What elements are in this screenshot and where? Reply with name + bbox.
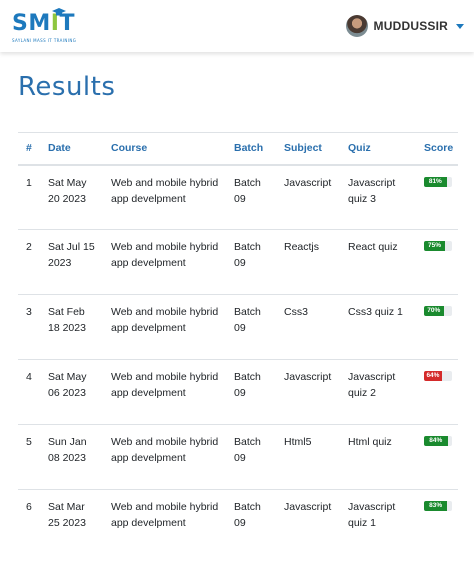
row-score: 70% — [418, 295, 458, 360]
header-quiz: Quiz — [348, 142, 371, 155]
score-progress-bar: 70% — [424, 306, 444, 316]
avatar[interactable] — [345, 15, 368, 37]
row-course: Web and mobile hybrid app develpment — [111, 176, 219, 205]
row-subject: Javascript — [284, 371, 332, 383]
header-subject: Subject — [284, 142, 322, 155]
row-subject: Javascript — [284, 176, 332, 189]
row-score: 64% — [418, 360, 458, 425]
row-course: Web and mobile hybrid app develpment — [111, 436, 219, 464]
row-number: 3 — [26, 306, 32, 318]
table-row: 1 Sat May 20 2023 Web and mobile hybrid ap… — [18, 165, 458, 230]
score-progress-bar: 75% — [424, 241, 445, 251]
row-subject: Reactjs — [284, 241, 320, 253]
table-row: 3 Sat Feb 18 2023 Web and mobile hybrid ap… — [18, 295, 458, 360]
page-title: Results — [18, 72, 116, 102]
navbar: SMIT SAYLANI MASS IT TRAINING MUDDUSSIR — [0, 0, 474, 52]
score-progress-bar: 83% — [424, 501, 448, 511]
header-score: Score — [424, 142, 454, 155]
row-quiz: Javascript quiz 1 — [348, 501, 396, 529]
row-course: Web and mobile hybrid app develpment — [111, 371, 219, 399]
score-progress-bar: 81% — [424, 176, 447, 187]
table-row: 4 Sat May 06 2023 Web and mobile hybrid ap… — [18, 360, 458, 425]
row-score: 84% — [418, 425, 458, 490]
table-row: 5 Sun Jan 08 2023 Web and mobile hybrid ap… — [18, 425, 458, 490]
row-date: Sat Feb 18 2023 — [48, 306, 86, 334]
score-progress: 70% — [424, 306, 452, 316]
results-table: # Date Course Batch Subject Quiz Score 1… — [18, 132, 458, 555]
score-progress-bar: 64% — [424, 371, 442, 381]
row-quiz: Javascript quiz 3 — [348, 176, 396, 205]
row-number: 1 — [26, 176, 32, 189]
row-quiz: React quiz — [348, 241, 398, 253]
header-course: Course — [111, 142, 148, 155]
row-batch: Batch 09 — [234, 241, 261, 269]
row-course: Web and mobile hybrid app develpment — [111, 501, 219, 529]
row-subject: Css3 — [284, 306, 308, 318]
row-quiz: Html quiz — [348, 436, 392, 448]
row-quiz: Javascript quiz 2 — [348, 371, 396, 399]
score-progress: 84% — [424, 436, 452, 446]
row-batch: Batch 09 — [234, 371, 261, 399]
header-batch: Batch — [234, 142, 264, 155]
row-date: Sat May 20 2023 — [48, 176, 87, 205]
smit-logo[interactable]: SMIT SAYLANI MASS IT TRAINING — [12, 6, 76, 46]
graduation-cap-icon — [52, 7, 66, 15]
chevron-down-icon[interactable] — [456, 23, 464, 29]
row-score: 75% — [418, 230, 458, 295]
header-date: Date — [48, 142, 71, 155]
table-row: 2 Sat Jul 15 2023 Web and mobile hybrid ap… — [18, 230, 458, 295]
row-batch: Batch 09 — [234, 176, 261, 205]
row-date: Sat Jul 15 2023 — [48, 241, 95, 269]
row-number: 4 — [26, 371, 32, 383]
score-progress: 64% — [424, 371, 452, 381]
row-number: 2 — [26, 241, 32, 253]
row-score: 81% — [418, 165, 458, 230]
score-progress-bar: 84% — [424, 436, 448, 446]
row-subject: Javascript — [284, 501, 332, 513]
row-subject: Html5 — [284, 436, 312, 448]
row-date: Sat Mar 25 2023 — [48, 501, 86, 529]
row-course: Web and mobile hybrid app develpment — [111, 306, 219, 334]
table-row: 6 Sat Mar 25 2023 Web and mobile hybrid ap… — [18, 490, 458, 555]
row-course: Web and mobile hybrid app develpment — [111, 241, 219, 269]
user-menu[interactable]: MUDDUSSIR — [345, 15, 464, 37]
header-number: # — [26, 142, 32, 155]
table-header-row: # Date Course Batch Subject Quiz Score — [18, 132, 458, 165]
row-batch: Batch 09 — [234, 306, 261, 334]
row-quiz: Css3 quiz 1 — [348, 306, 403, 318]
score-progress: 81% — [424, 176, 452, 187]
row-batch: Batch 09 — [234, 501, 261, 529]
row-date: Sun Jan 08 2023 — [48, 436, 87, 464]
username: MUDDUSSIR — [373, 19, 448, 33]
row-date: Sat May 06 2023 — [48, 371, 87, 399]
score-progress: 83% — [424, 501, 452, 511]
score-progress: 75% — [424, 241, 452, 251]
row-number: 6 — [26, 501, 32, 513]
row-batch: Batch 09 — [234, 436, 261, 464]
logo-tagline: SAYLANI MASS IT TRAINING — [12, 37, 77, 43]
row-number: 5 — [26, 436, 32, 448]
row-score: 83% — [418, 490, 458, 555]
